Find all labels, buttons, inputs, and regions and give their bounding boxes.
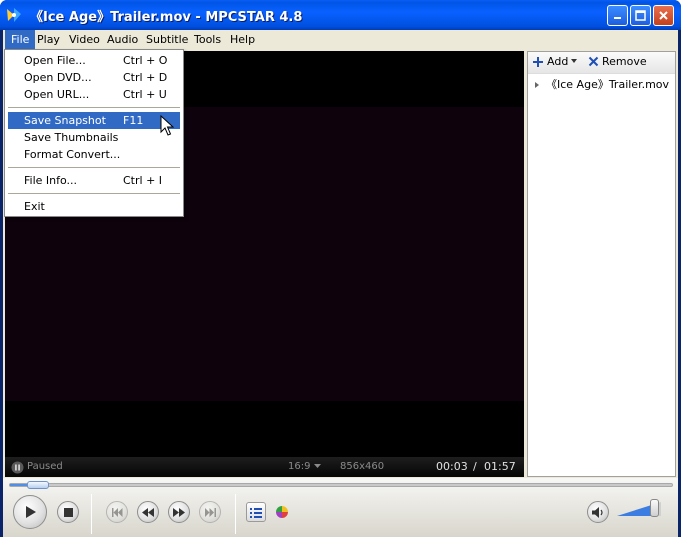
rewind-icon [142, 507, 154, 517]
divider [235, 494, 236, 534]
playlist-toggle-button[interactable] [246, 502, 266, 522]
control-bar [3, 478, 678, 537]
playback-state: Paused [27, 461, 63, 472]
menu-item-open-file[interactable]: Open File... Ctrl + O [8, 52, 180, 69]
fast-forward-icon [173, 507, 185, 517]
close-button[interactable] [653, 5, 674, 26]
menu-separator [8, 107, 180, 108]
stop-icon [63, 507, 73, 517]
menu-bar: File Play Video Audio Subtitle Tools Hel… [3, 30, 678, 49]
minimize-button[interactable] [607, 5, 628, 26]
remove-label: Remove [602, 55, 647, 68]
playlist-panel: Add Remove 《Ice Age》Trailer.mov [527, 51, 676, 477]
mpcstar-logo-icon [7, 8, 21, 22]
menu-separator [8, 193, 180, 194]
playlist-item-label: 《Ice Age》Trailer.mov [546, 78, 670, 91]
divider [91, 494, 92, 534]
maximize-icon [635, 10, 646, 21]
current-time: 00:03 [436, 460, 468, 473]
chevron-down-icon [571, 59, 578, 63]
app-window: 《Ice Age》Trailer.mov - MPCSTAR 4.8 File … [0, 0, 681, 537]
menu-audio[interactable]: Audio [101, 30, 144, 49]
file-menu-dropdown: Open File... Ctrl + O Open DVD... Ctrl +… [4, 49, 184, 217]
close-icon [659, 11, 668, 20]
maximize-button[interactable] [630, 5, 651, 26]
seek-bar[interactable] [9, 481, 673, 489]
menu-item-save-snapshot[interactable]: Save Snapshot F11 [8, 112, 180, 129]
status-strip: Paused 16:9 856x460 00:03 / 01:57 [5, 457, 524, 477]
menu-subtitle[interactable]: Subtitle [140, 30, 194, 49]
pause-icon [11, 461, 24, 474]
time-separator: / [473, 460, 477, 473]
title-bar[interactable]: 《Ice Age》Trailer.mov - MPCSTAR 4.8 [0, 0, 681, 30]
menu-help[interactable]: Help [224, 30, 261, 49]
add-label: Add [547, 55, 569, 68]
play-icon [26, 506, 36, 518]
skip-forward-icon [204, 507, 216, 517]
chevron-down-icon [313, 464, 321, 468]
remove-button[interactable]: Remove [588, 55, 647, 68]
menu-tools[interactable]: Tools [188, 30, 227, 49]
previous-button[interactable] [106, 501, 128, 523]
minimize-icon [614, 17, 621, 19]
color-wheel-icon [276, 506, 288, 518]
aspect-ratio-selector[interactable]: 16:9 [288, 461, 321, 472]
list-icon [250, 507, 262, 518]
seek-progress [10, 484, 28, 486]
menu-item-open-dvd[interactable]: Open DVD... Ctrl + D [8, 69, 180, 86]
stop-button[interactable] [57, 501, 79, 523]
seek-thumb[interactable] [27, 481, 50, 489]
plus-icon [533, 56, 543, 67]
menu-play[interactable]: Play [31, 30, 66, 49]
playlist-toolbar: Add Remove [528, 52, 675, 74]
menu-item-exit[interactable]: Exit [8, 198, 180, 215]
menu-item-open-url[interactable]: Open URL... Ctrl + U [8, 86, 180, 103]
x-icon [588, 56, 599, 67]
fast-forward-button[interactable] [168, 501, 190, 523]
menu-separator [8, 167, 180, 168]
volume-thumb[interactable] [650, 499, 660, 517]
menu-item-format-convert[interactable]: Format Convert... [8, 146, 180, 163]
add-button[interactable]: Add [532, 55, 578, 68]
menu-video[interactable]: Video [63, 30, 106, 49]
rewind-button[interactable] [137, 501, 159, 523]
skip-back-icon [111, 507, 122, 517]
expand-arrow-icon [535, 82, 539, 88]
window-title: 《Ice Age》Trailer.mov - MPCSTAR 4.8 [30, 10, 303, 25]
mute-button[interactable] [587, 501, 609, 523]
volume-slider[interactable] [617, 498, 661, 518]
menu-item-save-thumbnails[interactable]: Save Thumbnails [8, 129, 180, 146]
speaker-icon [591, 506, 603, 518]
next-button[interactable] [199, 501, 221, 523]
total-time: 01:57 [484, 460, 516, 473]
menu-item-file-info[interactable]: File Info... Ctrl + I [8, 172, 180, 189]
playlist-item[interactable]: 《Ice Age》Trailer.mov [528, 76, 675, 94]
aspect-ratio-label: 16:9 [288, 461, 311, 472]
resolution-label: 856x460 [340, 461, 385, 472]
play-button[interactable] [13, 495, 47, 529]
mouse-pointer-icon [160, 115, 174, 136]
color-adjust-button[interactable] [275, 505, 289, 519]
